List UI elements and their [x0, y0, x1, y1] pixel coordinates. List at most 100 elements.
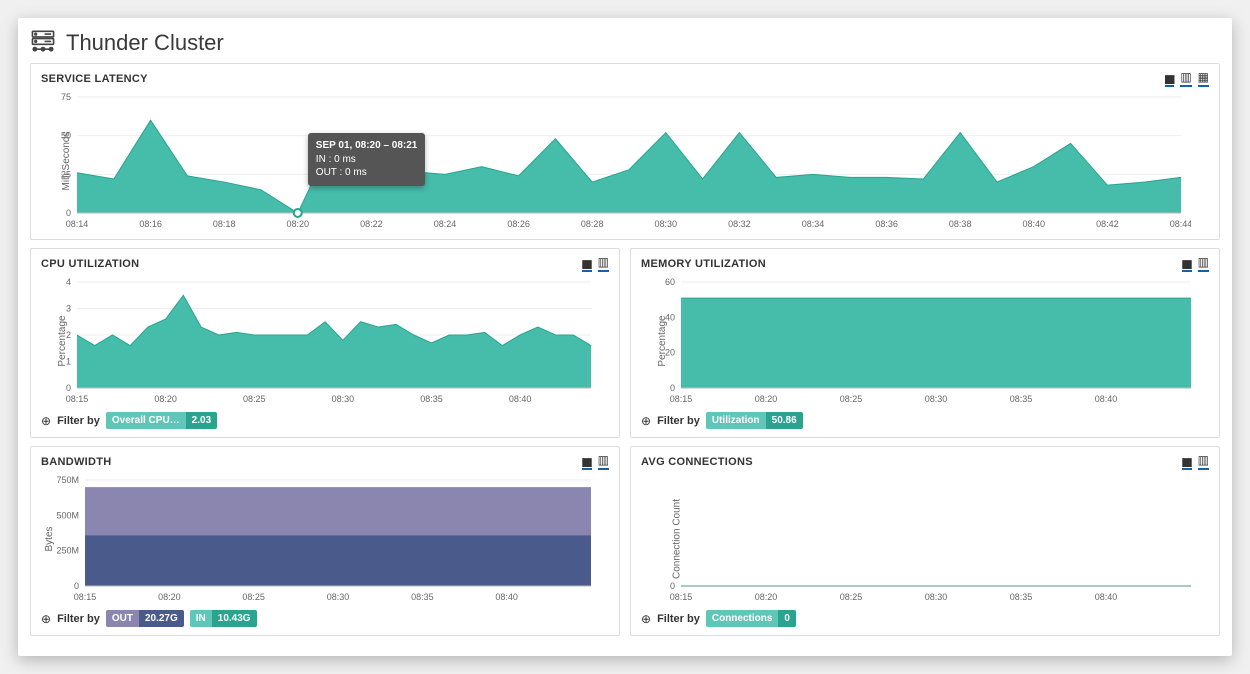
svg-text:08:24: 08:24: [434, 219, 457, 229]
filter-pill[interactable]: Connections 0: [706, 610, 796, 627]
svg-text:08:35: 08:35: [1010, 592, 1033, 602]
svg-text:08:15: 08:15: [74, 592, 97, 602]
svg-text:250M: 250M: [56, 546, 79, 556]
svg-text:08:15: 08:15: [66, 394, 89, 404]
svg-text:08:42: 08:42: [1096, 219, 1119, 229]
filter-pill[interactable]: Utilization 50.86: [706, 412, 803, 429]
pill-label: IN: [190, 610, 212, 627]
pill-label: Overall CPU…: [106, 412, 186, 429]
filter-by-label: Filter by: [57, 613, 100, 625]
pill-value: 10.43G: [212, 610, 257, 627]
panel-avg-connections: AVG CONNECTIONS ▅ ▥ Connection Count 008…: [630, 446, 1220, 636]
svg-text:08:20: 08:20: [154, 394, 177, 404]
svg-text:08:35: 08:35: [1010, 394, 1033, 404]
gear-icon[interactable]: ⊕: [641, 612, 651, 626]
chart-type-switcher: ▅ ▥: [582, 453, 609, 470]
bar-chart-icon[interactable]: ▥: [598, 255, 609, 272]
svg-text:08:40: 08:40: [1095, 592, 1118, 602]
chart-memory[interactable]: Percentage 020406008:1508:2008:2508:3008…: [641, 276, 1209, 406]
y-axis-label: Percentage: [57, 315, 68, 366]
svg-text:08:15: 08:15: [670, 592, 693, 602]
chart-bandwidth[interactable]: Bytes 0250M500M750M08:1508:2008:2508:300…: [41, 474, 609, 604]
chart-type-switcher: ▅ ▥ ▦: [1165, 70, 1209, 87]
tooltip-header: SEP 01, 08:20 – 08:21: [316, 139, 418, 153]
svg-text:08:25: 08:25: [840, 592, 863, 602]
filter-pill-out[interactable]: OUT 20.27G: [106, 610, 184, 627]
page-title: Thunder Cluster: [66, 30, 224, 56]
svg-text:08:30: 08:30: [655, 219, 678, 229]
svg-text:08:25: 08:25: [840, 394, 863, 404]
filter-row: ⊕ Filter by Overall CPU… 2.03: [41, 412, 609, 429]
chart-service-latency[interactable]: Milli Seconds 025507508:1408:1608:1808:2…: [41, 91, 1209, 231]
bar-chart-icon[interactable]: ▥: [1180, 70, 1191, 87]
chart-type-switcher: ▅ ▥: [582, 255, 609, 272]
svg-text:500M: 500M: [56, 510, 79, 520]
svg-text:08:30: 08:30: [327, 592, 350, 602]
pill-label: Connections: [706, 610, 779, 627]
chart-type-switcher: ▅ ▥: [1182, 255, 1209, 272]
area-chart-icon[interactable]: ▅: [582, 453, 591, 470]
svg-text:08:38: 08:38: [949, 219, 972, 229]
svg-text:4: 4: [66, 277, 71, 287]
pill-value: 0: [778, 610, 796, 627]
filter-row: ⊕ Filter by Connections 0: [641, 610, 1209, 627]
svg-text:08:40: 08:40: [495, 592, 518, 602]
svg-text:08:14: 08:14: [66, 219, 89, 229]
area-chart-icon[interactable]: ▅: [1165, 70, 1174, 87]
gear-icon[interactable]: ⊕: [41, 414, 51, 428]
svg-text:08:20: 08:20: [158, 592, 181, 602]
pill-label: OUT: [106, 610, 139, 627]
filter-pill-in[interactable]: IN 10.43G: [190, 610, 257, 627]
area-chart-icon[interactable]: ▅: [1182, 255, 1191, 272]
svg-text:08:30: 08:30: [925, 394, 948, 404]
tooltip-line: OUT : 0 ms: [316, 166, 418, 180]
panel-title: AVG CONNECTIONS: [641, 456, 753, 468]
svg-text:0: 0: [74, 581, 79, 591]
svg-text:08:40: 08:40: [509, 394, 532, 404]
svg-text:60: 60: [665, 277, 675, 287]
area-chart-icon[interactable]: ▅: [582, 255, 591, 272]
y-axis-label: Connection Count: [672, 499, 683, 579]
svg-text:08:22: 08:22: [360, 219, 383, 229]
svg-text:0: 0: [66, 383, 71, 393]
svg-text:08:34: 08:34: [802, 219, 825, 229]
panel-title: CPU UTILIZATION: [41, 258, 139, 270]
panel-title: BANDWIDTH: [41, 456, 112, 468]
svg-text:08:44: 08:44: [1170, 219, 1191, 229]
y-axis-label: Percentage: [657, 315, 668, 366]
panel-memory-utilization: MEMORY UTILIZATION ▅ ▥ Percentage 020406…: [630, 248, 1220, 438]
bar-chart-icon[interactable]: ▥: [1198, 255, 1209, 272]
svg-text:08:40: 08:40: [1095, 394, 1118, 404]
svg-text:08:32: 08:32: [728, 219, 751, 229]
bar-chart-icon[interactable]: ▥: [1198, 453, 1209, 470]
filter-pill[interactable]: Overall CPU… 2.03: [106, 412, 217, 429]
panel-title: SERVICE LATENCY: [41, 73, 148, 85]
gear-icon[interactable]: ⊕: [41, 612, 51, 626]
gear-icon[interactable]: ⊕: [641, 414, 651, 428]
filter-row: ⊕ Filter by OUT 20.27G IN 10.43G: [41, 610, 609, 627]
svg-text:08:20: 08:20: [755, 394, 778, 404]
bar-chart-icon[interactable]: ▥: [598, 453, 609, 470]
filter-by-label: Filter by: [657, 613, 700, 625]
svg-text:08:25: 08:25: [243, 394, 266, 404]
svg-text:75: 75: [61, 92, 71, 102]
svg-text:08:30: 08:30: [925, 592, 948, 602]
page-header: Thunder Cluster: [30, 24, 1220, 63]
panel-title: MEMORY UTILIZATION: [641, 258, 766, 270]
filter-by-label: Filter by: [657, 415, 700, 427]
chart-cpu[interactable]: Percentage 0123408:1508:2008:2508:3008:3…: [41, 276, 609, 406]
page-card: Thunder Cluster SERVICE LATENCY ▅ ▥ ▦ Mi…: [18, 18, 1232, 656]
svg-text:0: 0: [670, 581, 675, 591]
panel-bandwidth: BANDWIDTH ▅ ▥ Bytes 0250M500M750M08:1508…: [30, 446, 620, 636]
y-axis-label: Bytes: [44, 526, 55, 551]
table-icon[interactable]: ▦: [1198, 70, 1209, 87]
chart-connections[interactable]: Connection Count 008:1508:2008:2508:3008…: [641, 474, 1209, 604]
pill-label: Utilization: [706, 412, 766, 429]
svg-text:08:30: 08:30: [332, 394, 355, 404]
svg-text:08:18: 08:18: [213, 219, 236, 229]
tooltip-line: IN : 0 ms: [316, 153, 418, 167]
pill-value: 20.27G: [139, 610, 184, 627]
svg-text:08:25: 08:25: [242, 592, 265, 602]
svg-text:0: 0: [66, 208, 71, 218]
area-chart-icon[interactable]: ▅: [1182, 453, 1191, 470]
